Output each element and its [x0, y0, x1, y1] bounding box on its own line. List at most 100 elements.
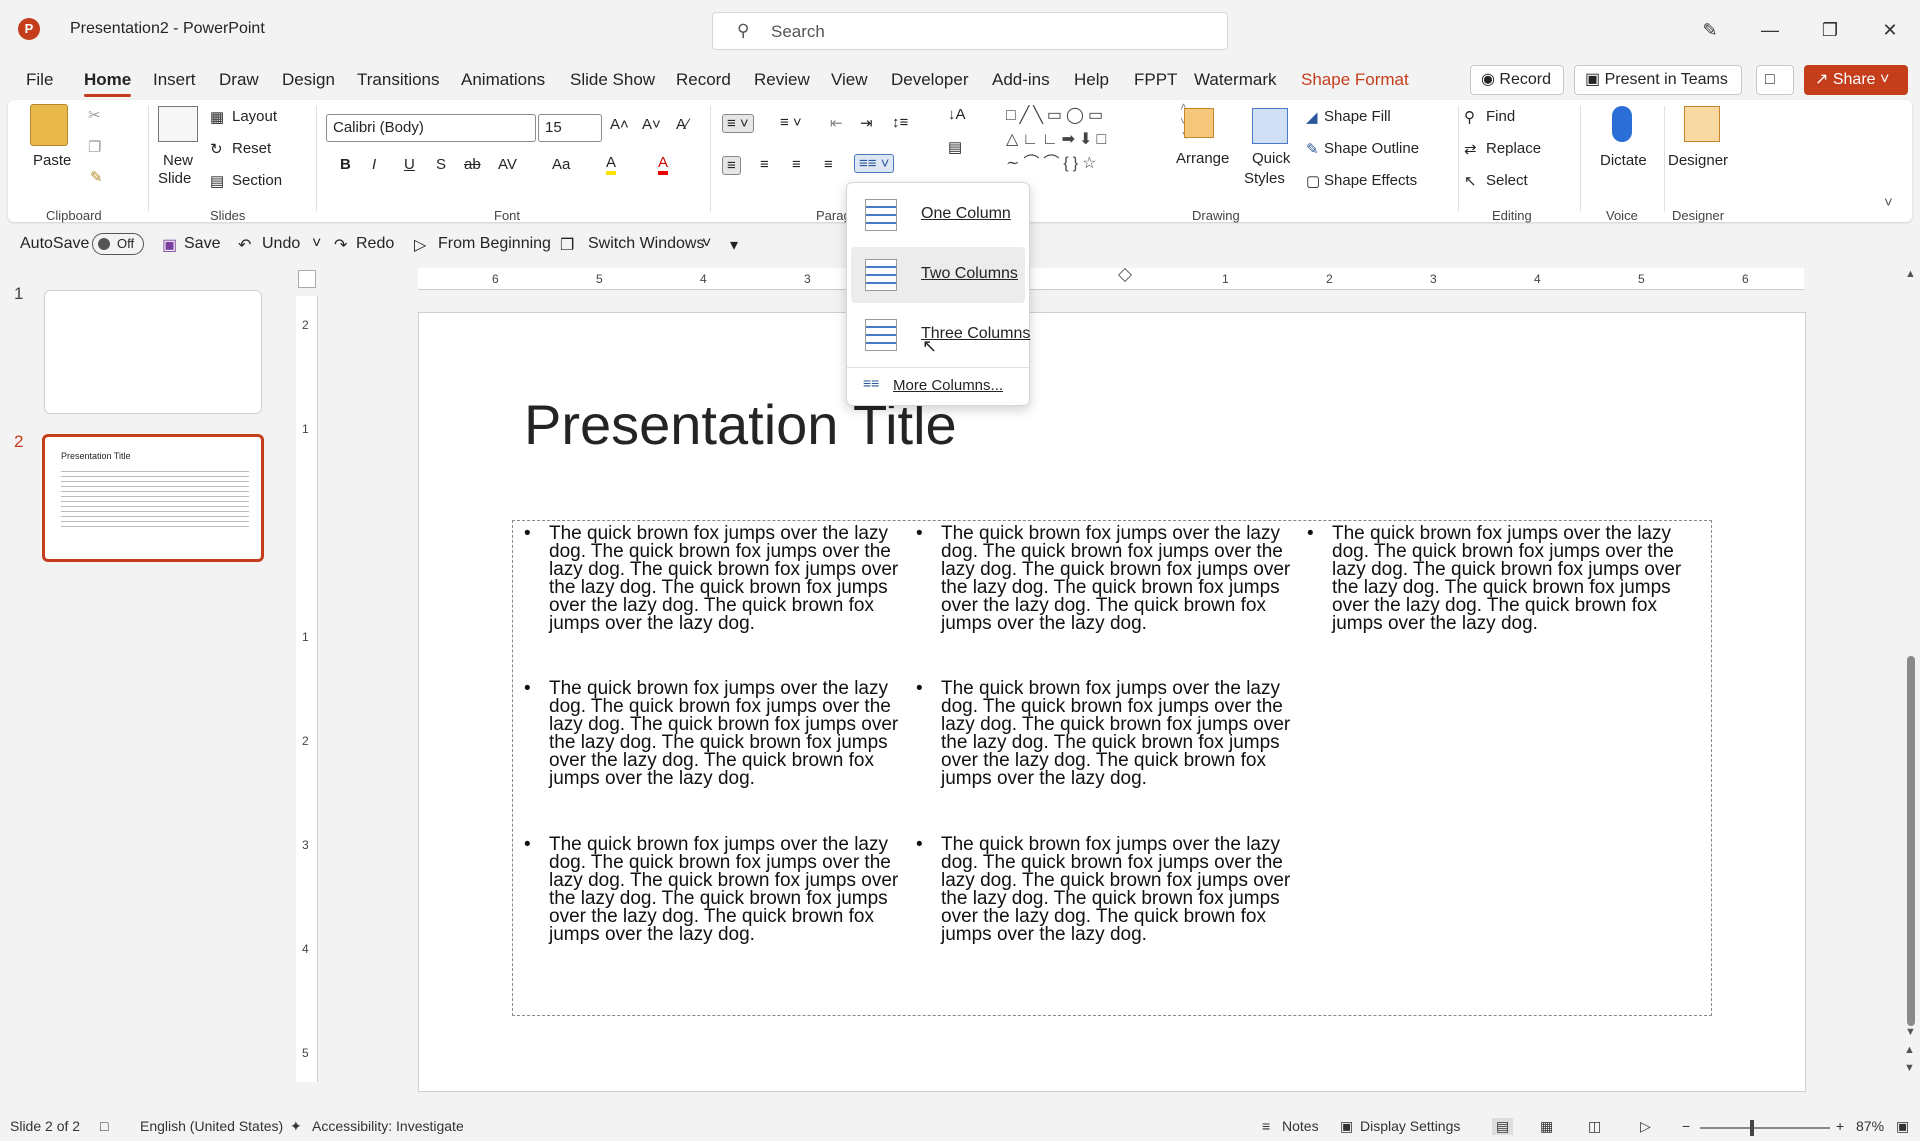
slide-show-icon[interactable]: ▷ — [1640, 1118, 1651, 1135]
columns-button[interactable]: ≡≡ ˅ — [854, 154, 895, 173]
new-slide-label-1[interactable]: New — [163, 152, 193, 169]
shape-effects-button[interactable]: Shape Effects — [1324, 172, 1417, 189]
arrange-icon[interactable] — [1184, 108, 1214, 138]
bullet-paragraph[interactable]: The quick brown fox jumps over the lazy … — [1307, 524, 1712, 633]
arrange-button[interactable]: Arrange — [1176, 150, 1229, 167]
slide-sorter-icon[interactable]: ▦ — [1540, 1118, 1553, 1135]
restore-button[interactable]: ❐ — [1810, 14, 1850, 46]
notes-button[interactable]: Notes — [1282, 1118, 1319, 1134]
tab-shape-format[interactable]: Shape Format — [1301, 70, 1409, 90]
dictate-button[interactable]: Dictate — [1600, 152, 1647, 169]
replace-button[interactable]: Replace — [1486, 140, 1541, 157]
bullet-paragraph[interactable]: The quick brown fox jumps over the lazy … — [916, 524, 1321, 633]
tab-fppt[interactable]: FPPT — [1134, 70, 1177, 90]
normal-view-icon[interactable]: ▤ — [1492, 1118, 1514, 1135]
line-spacing-icon[interactable]: ↕≡ — [892, 114, 908, 131]
tab-home[interactable]: Home — [84, 70, 131, 90]
autosave-toggle[interactable]: Off — [92, 233, 144, 255]
shape-outline-button[interactable]: Shape Outline — [1324, 140, 1419, 157]
notes-page-icon[interactable]: □ — [100, 1118, 108, 1134]
paste-icon[interactable] — [30, 104, 68, 146]
zoom-in-icon[interactable]: + — [1836, 1118, 1844, 1134]
three-columns-option[interactable]: Three Columns — [851, 307, 1030, 363]
align-center-icon[interactable]: ≡ — [760, 156, 769, 173]
present-in-teams-button[interactable]: ▣ Present in Teams — [1574, 65, 1742, 95]
tab-draw[interactable]: Draw — [219, 70, 259, 90]
italic-button[interactable]: I — [372, 156, 376, 173]
slide-thumbnail-2[interactable]: Presentation Title — [42, 434, 264, 562]
minimize-button[interactable]: — — [1750, 14, 1790, 46]
grow-font-icon[interactable]: A˄ — [610, 116, 629, 133]
redo-button[interactable]: Redo — [356, 235, 394, 253]
tab-watermark[interactable]: Watermark — [1194, 70, 1277, 90]
justify-icon[interactable]: ≡ — [824, 156, 833, 173]
vertical-scrollbar[interactable]: ▲ ▼ ▲ ▼ — [1902, 266, 1920, 1088]
bullet-paragraph[interactable]: The quick brown fox jumps over the lazy … — [524, 524, 929, 633]
share-button[interactable]: ↗ Share ˅ — [1804, 65, 1908, 95]
new-slide-icon[interactable] — [158, 106, 198, 142]
display-settings-button[interactable]: Display Settings — [1360, 1118, 1460, 1134]
microphone-icon[interactable] — [1612, 106, 1632, 142]
shape-fill-button[interactable]: Shape Fill — [1324, 108, 1391, 125]
fit-to-window-icon[interactable]: ▣ — [1896, 1118, 1909, 1135]
font-family-combo[interactable]: Calibri (Body) — [326, 114, 536, 142]
close-button[interactable]: ✕ — [1870, 14, 1910, 46]
tab-file[interactable]: File — [26, 70, 53, 90]
bullet-paragraph[interactable]: The quick brown fox jumps over the lazy … — [916, 679, 1321, 788]
language-indicator[interactable]: English (United States) — [140, 1118, 283, 1134]
switch-windows-chevron-icon[interactable]: ˅ — [702, 235, 711, 253]
undo-button[interactable]: Undo — [262, 235, 300, 253]
align-left-icon[interactable]: ≡ — [722, 156, 741, 175]
search-input[interactable]: ⚲ Search — [712, 12, 1228, 50]
new-slide-label-2[interactable]: Slide — [158, 170, 191, 187]
scrollbar-thumb[interactable] — [1907, 656, 1915, 1026]
tab-selector[interactable] — [298, 270, 316, 288]
bullet-paragraph[interactable]: The quick brown fox jumps over the lazy … — [524, 679, 929, 788]
one-column-option[interactable]: One Column — [851, 187, 1025, 243]
bold-button[interactable]: B — [340, 156, 351, 173]
align-text-icon[interactable]: ▤ — [948, 138, 962, 156]
record-button[interactable]: ◉ Record — [1470, 65, 1564, 95]
paste-button[interactable]: Paste — [33, 152, 71, 169]
undo-dropdown-icon[interactable]: ˅ — [312, 235, 321, 253]
increase-indent-icon[interactable]: ⇥ — [860, 114, 873, 132]
text-shadow-button[interactable]: S — [436, 156, 446, 173]
change-case-button[interactable]: Aa — [552, 156, 570, 173]
font-size-combo[interactable]: 15 — [538, 114, 602, 142]
reset-button[interactable]: Reset — [232, 140, 271, 157]
bullets-button[interactable]: ≡ ˅ — [722, 114, 754, 133]
format-painter-icon[interactable]: ✎ — [90, 168, 103, 186]
cut-icon[interactable]: ✂ — [88, 106, 101, 124]
tab-transitions[interactable]: Transitions — [357, 70, 440, 90]
align-right-icon[interactable]: ≡ — [792, 156, 801, 173]
clear-format-icon[interactable]: A∕ — [676, 116, 689, 133]
tab-slide-show[interactable]: Slide Show — [570, 70, 655, 90]
customize-qat-icon[interactable]: ▾ — [730, 235, 738, 255]
next-slide-icon[interactable]: ▼ — [1904, 1062, 1915, 1074]
copy-icon[interactable]: ❐ — [88, 138, 101, 156]
tab-design[interactable]: Design — [282, 70, 335, 90]
font-color-button[interactable]: A — [658, 154, 669, 175]
save-button[interactable]: Save — [184, 235, 220, 253]
tab-add-ins[interactable]: Add-ins — [992, 70, 1050, 90]
tab-help[interactable]: Help — [1074, 70, 1109, 90]
quick-styles-label-2[interactable]: Styles — [1244, 170, 1285, 187]
comments-button[interactable]: □ — [1756, 65, 1794, 95]
accessibility-checker[interactable]: Accessibility: Investigate — [312, 1118, 464, 1134]
collapse-ribbon-icon[interactable]: ˅ — [1884, 194, 1893, 211]
character-spacing-button[interactable]: AV — [498, 156, 517, 173]
layout-button[interactable]: Layout — [232, 108, 277, 125]
shapes-gallery[interactable]: □╱╲▭◯▭ △∟∟➡⬇□ ∼⌒⌒{}☆ — [1006, 104, 1174, 188]
switch-windows-button[interactable]: Switch Windows — [588, 235, 704, 253]
strikethrough-button[interactable]: ab — [464, 156, 481, 173]
tab-developer[interactable]: Developer — [891, 70, 969, 90]
zoom-out-icon[interactable]: − — [1682, 1118, 1690, 1134]
tab-review[interactable]: Review — [754, 70, 810, 90]
two-columns-option[interactable]: Two Columns — [851, 247, 1025, 303]
tab-view[interactable]: View — [831, 70, 868, 90]
highlight-color-button[interactable]: A — [606, 154, 617, 175]
scroll-up-icon[interactable]: ▲ — [1905, 268, 1916, 280]
bullet-paragraph[interactable]: The quick brown fox jumps over the lazy … — [916, 835, 1321, 944]
zoom-level[interactable]: 87% — [1856, 1118, 1884, 1134]
shrink-font-icon[interactable]: A˅ — [642, 116, 661, 133]
